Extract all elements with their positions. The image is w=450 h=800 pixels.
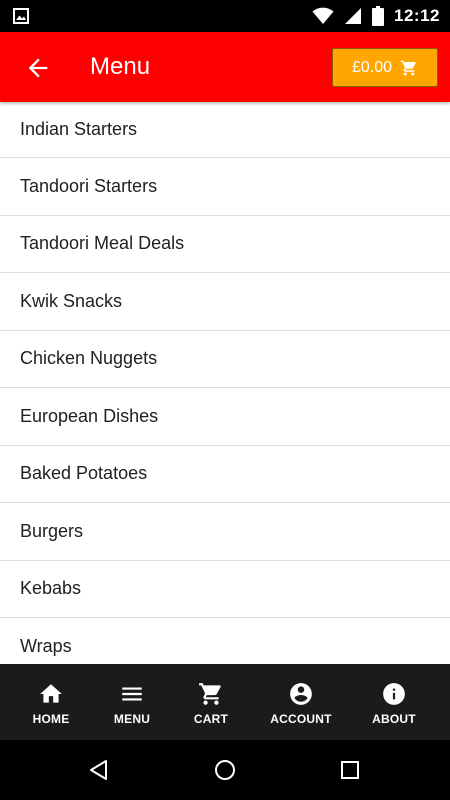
- recents-square-icon[interactable]: [338, 758, 362, 782]
- wifi-icon: [312, 7, 334, 24]
- nav-cart[interactable]: CART: [178, 664, 244, 740]
- battery-icon: [372, 6, 385, 26]
- list-item[interactable]: Kwik Snacks: [0, 273, 450, 331]
- status-bar: 12:12: [0, 0, 450, 32]
- account-icon: [290, 683, 312, 705]
- nav-account-label: ACCOUNT: [270, 712, 332, 726]
- nav-menu-label: MENU: [113, 712, 151, 726]
- cell-signal-icon: [345, 8, 362, 24]
- page-title: Menu: [90, 53, 151, 80]
- clock-time: 12:12: [394, 6, 440, 25]
- cart-total-amount: £0.00: [351, 58, 393, 76]
- nav-about[interactable]: ABOUT: [361, 664, 427, 740]
- list-item[interactable]: Kebabs: [0, 561, 450, 618]
- info-icon: [383, 683, 405, 705]
- cart-total-button[interactable]: £0.00: [332, 48, 438, 87]
- nav-home-label: HOME: [32, 712, 70, 726]
- nav-home[interactable]: HOME: [18, 664, 84, 740]
- list-item[interactable]: Burgers: [0, 503, 450, 561]
- list-item[interactable]: Tandoori Meal Deals: [0, 216, 450, 273]
- system-navigation-bar: [0, 740, 450, 800]
- home-icon: [40, 684, 62, 703]
- nav-about-label: ABOUT: [372, 712, 416, 726]
- nav-account[interactable]: ACCOUNT: [264, 664, 338, 740]
- list-item[interactable]: Tandoori Starters: [0, 158, 450, 216]
- cart-icon: [400, 60, 416, 75]
- nav-cart-label: CART: [193, 712, 229, 726]
- list-item[interactable]: European Dishes: [0, 388, 450, 446]
- menu-icon: [122, 687, 142, 701]
- bottom-navigation: HOME MENU CART ACCOUNT ABOUT: [0, 664, 450, 740]
- list-item[interactable]: Indian Starters: [0, 102, 450, 158]
- back-triangle-icon[interactable]: [87, 758, 111, 782]
- home-circle-icon[interactable]: [213, 758, 237, 782]
- back-arrow-icon[interactable]: [24, 54, 52, 82]
- cart-icon: [199, 683, 221, 705]
- list-item[interactable]: Wraps: [0, 618, 450, 664]
- image-icon: [13, 8, 29, 24]
- app-bar: Menu £0.00: [0, 32, 450, 102]
- menu-category-list: Indian Starters Tandoori Starters Tandoo…: [0, 102, 450, 664]
- list-item[interactable]: Baked Potatoes: [0, 446, 450, 503]
- list-item[interactable]: Chicken Nuggets: [0, 331, 450, 388]
- nav-menu[interactable]: MENU: [99, 664, 165, 740]
